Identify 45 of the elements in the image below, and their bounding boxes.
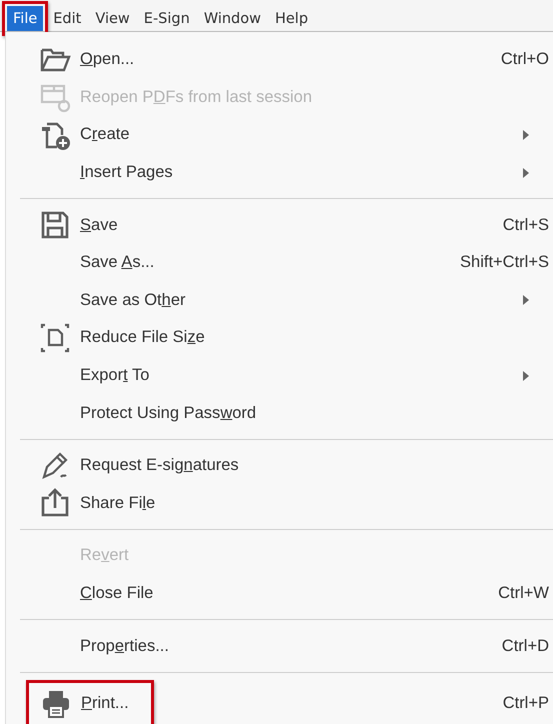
item-label: Save as Other bbox=[80, 290, 186, 310]
item-label: Share File bbox=[80, 494, 156, 513]
shortcut-text: Ctrl+D bbox=[502, 636, 549, 656]
share-icon bbox=[39, 487, 71, 520]
item-label: Reduce File Size bbox=[80, 328, 205, 348]
menu-item[interactable]: Create bbox=[6, 116, 553, 154]
menu-item[interactable]: Print... Ctrl+P bbox=[6, 680, 553, 724]
item-label: Properties... bbox=[80, 636, 169, 656]
shortcut-text: Ctrl+S bbox=[502, 216, 549, 235]
item-label: Request E-signatures bbox=[80, 456, 239, 476]
menu-item[interactable]: Export To bbox=[6, 356, 553, 394]
menu-item[interactable]: Share File bbox=[6, 484, 553, 522]
item-label: Revert bbox=[80, 546, 129, 566]
menu-bar-item[interactable]: Window bbox=[198, 6, 267, 31]
menu-item[interactable]: Save Ctrl+S bbox=[6, 206, 553, 244]
menu-item[interactable]: Save as Other bbox=[6, 282, 553, 320]
item-label: Insert Pages bbox=[80, 163, 173, 182]
shortcut-text: Ctrl+O bbox=[500, 50, 549, 70]
menu-item[interactable]: Insert Pages bbox=[6, 154, 553, 192]
item-label: Reopen PDFs from last session bbox=[80, 88, 312, 107]
menu-bar-item[interactable]: Edit bbox=[47, 6, 88, 31]
menu-item[interactable]: Save As... Shift+Ctrl+S bbox=[6, 244, 553, 282]
menu-bar-item[interactable]: File bbox=[7, 6, 44, 31]
menu-item[interactable]: Request E-signatures bbox=[6, 446, 553, 485]
item-label: Create bbox=[80, 125, 130, 144]
item-label: Save bbox=[80, 216, 118, 235]
menu-bar-item[interactable]: Help bbox=[268, 6, 314, 31]
menu-bar-item[interactable]: View bbox=[89, 6, 136, 31]
item-label: Save As... bbox=[80, 253, 154, 272]
menu-item[interactable]: Open... Ctrl+O bbox=[6, 41, 553, 79]
item-label: Open... bbox=[80, 50, 134, 70]
menu-bar-item[interactable]: E-Sign bbox=[138, 6, 196, 31]
save-icon bbox=[39, 209, 71, 242]
item-label: Export To bbox=[80, 366, 150, 386]
item-label: Close File bbox=[80, 584, 154, 604]
menu-item[interactable]: Properties... Ctrl+D bbox=[6, 627, 553, 665]
item-label: Protect Using Password bbox=[80, 404, 256, 423]
menu-item[interactable]: Protect Using Password bbox=[6, 394, 553, 432]
shortcut-text: Ctrl+W bbox=[498, 584, 549, 604]
item-label: Print... bbox=[81, 694, 129, 714]
menu-item[interactable]: Reduce File Size bbox=[6, 319, 553, 357]
shortcut-text: Shift+Ctrl+S bbox=[460, 253, 549, 272]
reduce-file-icon bbox=[39, 322, 71, 354]
menu-item[interactable]: Close File Ctrl+W bbox=[6, 574, 553, 612]
shortcut-text: Ctrl+P bbox=[502, 694, 549, 714]
